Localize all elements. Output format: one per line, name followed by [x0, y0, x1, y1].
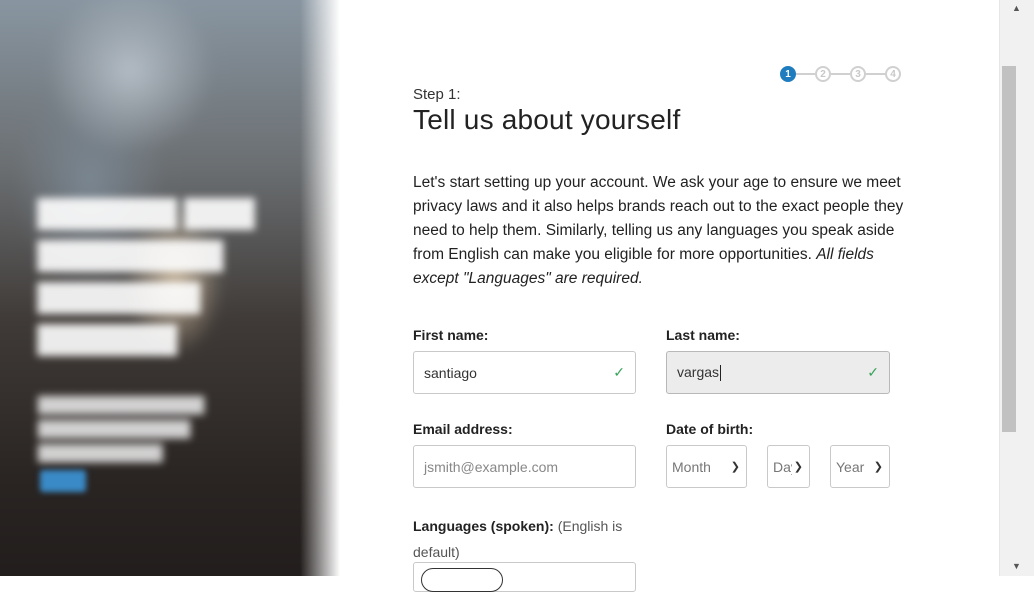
first-name-label: First name:	[413, 327, 489, 343]
chevron-down-icon: ❯	[793, 461, 803, 473]
languages-label: Languages (spoken): (English is default)	[413, 513, 635, 565]
step-4-indicator: 4	[885, 66, 901, 82]
step-3-indicator: 3	[850, 66, 866, 82]
last-name-value: vargas	[677, 363, 720, 380]
step-label: Step 1:	[413, 86, 461, 103]
email-field[interactable]: jsmith@example.com	[413, 445, 636, 488]
scroll-up-arrow-icon[interactable]: ▲	[1012, 3, 1021, 13]
hero-button-blurred	[40, 470, 86, 492]
step-connector	[796, 73, 815, 75]
text-cursor	[720, 365, 722, 382]
languages-label-text: Languages (spoken):	[413, 518, 554, 534]
month-selected-value: Month	[672, 458, 711, 475]
page-title: Tell us about yourself	[413, 104, 681, 135]
step-2-indicator: 2	[815, 66, 831, 82]
hero-heading-blurred: ▇▇▇▇▇▇ ▇▇▇ ▇▇▇▇▇▇▇▇ ▇▇▇▇▇▇▇ ▇▇▇▇▇▇	[38, 196, 254, 355]
chevron-down-icon: ❯	[873, 461, 883, 473]
email-label: Email address:	[413, 421, 513, 437]
dob-day-select[interactable]: Day ❯	[767, 445, 810, 488]
first-name-value: santiago	[424, 364, 477, 381]
step-connector	[831, 73, 850, 75]
first-name-field[interactable]: santiago ✓	[413, 351, 636, 394]
last-name-field[interactable]: vargas ✓	[666, 351, 890, 394]
dob-year-select[interactable]: Year ❯	[830, 445, 890, 488]
scroll-down-arrow-icon[interactable]: ▼	[1012, 561, 1021, 571]
valid-check-icon: ✓	[867, 364, 879, 380]
scrollbar-thumb[interactable]	[1002, 66, 1016, 432]
chevron-down-icon: ❯	[730, 461, 740, 473]
languages-input[interactable]	[413, 562, 636, 592]
intro-paragraph: Let's start setting up your account. We …	[413, 171, 905, 291]
email-placeholder: jsmith@example.com	[424, 458, 559, 475]
day-selected-value: Day	[773, 458, 792, 475]
page-scrollbar[interactable]: ▲ ▼	[999, 0, 1034, 576]
step-1-indicator: 1	[780, 66, 796, 82]
step-connector	[866, 73, 885, 75]
language-tag-pill[interactable]	[421, 568, 503, 592]
hero-subtext-blurred: ▇▇▇▇▇▇▇▇▇▇▇▇ ▇▇▇▇▇▇▇▇▇▇▇ ▇▇▇▇▇▇▇▇▇	[38, 394, 205, 462]
last-name-label: Last name:	[666, 327, 740, 343]
dob-month-select[interactable]: Month ❯	[666, 445, 747, 488]
year-selected-value: Year	[836, 458, 865, 475]
hero-panel: ▇▇▇▇▇▇ ▇▇▇ ▇▇▇▇▇▇▇▇ ▇▇▇▇▇▇▇ ▇▇▇▇▇▇ ▇▇▇▇▇▇▇▇…	[0, 0, 340, 576]
valid-check-icon: ✓	[613, 364, 625, 380]
progress-stepper: 1 2 3 4	[780, 66, 901, 82]
dob-label: Date of birth:	[666, 421, 754, 437]
